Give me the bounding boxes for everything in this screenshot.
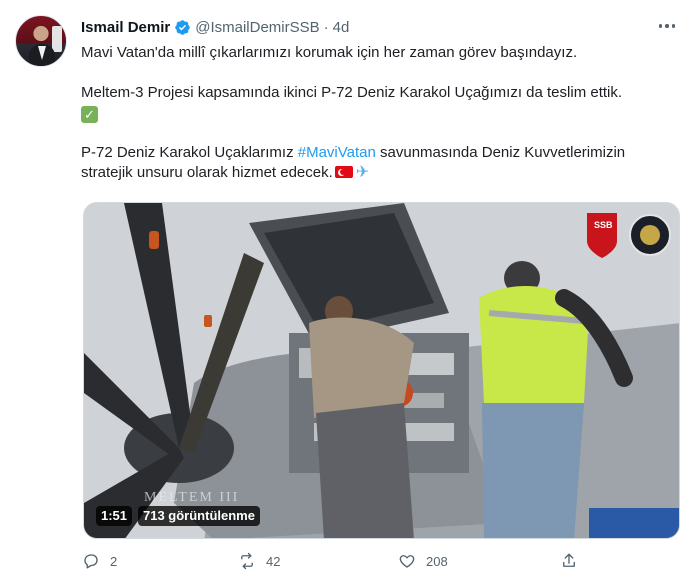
like-count: 208 [426,553,448,569]
hashtag-link[interactable]: #MaviVatan [298,144,376,161]
tweet-line-4-text: stratejik unsuru olarak hizmet edecek. [81,164,333,181]
share-button[interactable] [560,552,578,570]
video-media[interactable]: SSB MELTEM III 1:51 713 görüntülenme [83,202,680,539]
tweet-line-3-end: savunmasında Deniz Kuvvetlerimizin [375,144,626,161]
author-handle[interactable]: @IsmailDemirSSB [195,19,319,36]
tweet-line-3: P-72 Deniz Karakol Uçaklarımız #MaviVata… [81,143,681,163]
share-icon [563,553,575,567]
video-frame-illustration: SSB MELTEM III [84,203,679,538]
author-avatar[interactable] [15,15,67,67]
retweet-count: 42 [266,553,281,569]
like-button[interactable]: 208 [398,552,448,570]
reply-count: 2 [110,553,118,569]
reply-icon [84,554,98,569]
verified-badge-icon [175,19,190,35]
retweet-icon [241,552,253,570]
tweet-header: Ismail Demir @IsmailDemirSSB · 4d [81,17,349,37]
ssb-logo-text: SSB [594,220,613,230]
more-dot [658,24,663,28]
tweet-actions: 2 42 208 [0,548,700,576]
retweet-button[interactable]: 42 [238,552,280,570]
heart-icon [399,555,415,568]
tweet-card[interactable]: Ismail Demir @IsmailDemirSSB · 4d Mavi V… [0,0,700,587]
tweet-line-3-start: P-72 Deniz Karakol Uçaklarımız [81,144,298,161]
more-dot [665,24,669,28]
reply-button[interactable]: 2 [82,552,117,570]
tweet-line-1: Mavi Vatan'da millî çıkarlarımızı koruma… [81,44,578,61]
video-duration-badge: 1:51 [96,506,133,526]
tweet-line-4: stratejik unsuru olarak hizmet edecek. ✈ [81,163,681,183]
video-watermark: MELTEM III [144,490,239,505]
video-views-badge: 713 görüntülenme [138,506,260,526]
check-mark-emoji-icon: ✓ [81,106,98,123]
turkey-flag-emoji-icon [334,166,353,178]
avatar-flag [52,26,62,52]
more-options-icon[interactable] [656,16,678,36]
airplane-emoji-icon: ✈ [355,164,370,181]
tweet-timestamp[interactable]: 4d [333,19,350,36]
more-dot [671,24,676,28]
author-display-name[interactable]: Ismail Demir [81,19,170,36]
tweet-text: Mavi Vatan'da millî çıkarlarımızı koruma… [81,43,681,183]
tweet-line-2: Meltem-3 Projesi kapsamında ikinci P-72 … [81,84,623,101]
header-separator: · [323,18,329,36]
